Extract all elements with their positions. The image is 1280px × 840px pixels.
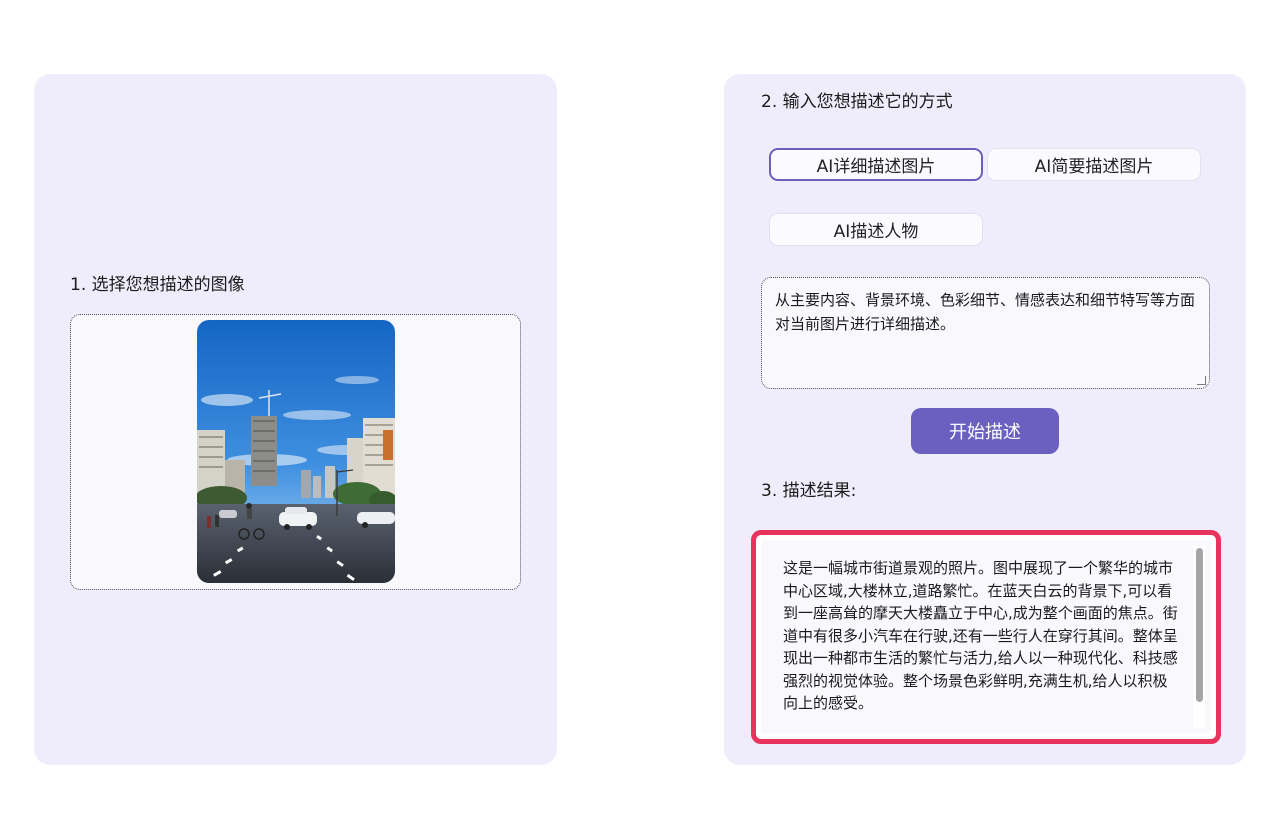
result-scrollbar[interactable] bbox=[1193, 546, 1205, 728]
select-image-title: 1. 选择您想描述的图像 bbox=[70, 275, 245, 295]
option-brief-button[interactable]: AI简要描述图片 bbox=[987, 148, 1201, 181]
description-panel: 2. 输入您想描述它的方式 AI详细描述图片 AI简要描述图片 AI描述人物 从… bbox=[724, 74, 1246, 765]
scrollbar-thumb[interactable] bbox=[1196, 548, 1203, 702]
result-text: 这是一幅城市街道景观的照片。图中展现了一个繁华的城市中心区域,大楼林立,道路繁忙… bbox=[783, 559, 1178, 712]
prompt-textarea[interactable]: 从主要内容、背景环境、色彩细节、情感表达和细节特写等方面对当前图片进行详细描述。 bbox=[761, 277, 1210, 389]
image-select-panel: 1. 选择您想描述的图像 bbox=[34, 74, 557, 765]
option-person-button[interactable]: AI描述人物 bbox=[769, 213, 983, 246]
image-dropzone[interactable] bbox=[70, 314, 521, 590]
start-describe-button[interactable]: 开始描述 bbox=[911, 408, 1059, 454]
describe-method-title: 2. 输入您想描述它的方式 bbox=[761, 92, 953, 112]
uploaded-image bbox=[197, 320, 395, 583]
option-detailed-button[interactable]: AI详细描述图片 bbox=[769, 148, 983, 181]
page: 1. 选择您想描述的图像 2. 输入您想描述它的方式 AI详细描述图片 AI简要… bbox=[0, 0, 1280, 840]
resize-handle-icon[interactable] bbox=[1197, 376, 1206, 385]
prompt-text: 从主要内容、背景环境、色彩细节、情感表达和细节特写等方面对当前图片进行详细描述。 bbox=[775, 291, 1196, 333]
result-title: 3. 描述结果: bbox=[761, 481, 857, 501]
result-box[interactable]: 这是一幅城市街道景观的照片。图中展现了一个繁华的城市中心区域,大楼林立,道路繁忙… bbox=[761, 540, 1211, 734]
result-highlight-frame: 这是一幅城市街道景观的照片。图中展现了一个繁华的城市中心区域,大楼林立,道路繁忙… bbox=[751, 530, 1221, 744]
